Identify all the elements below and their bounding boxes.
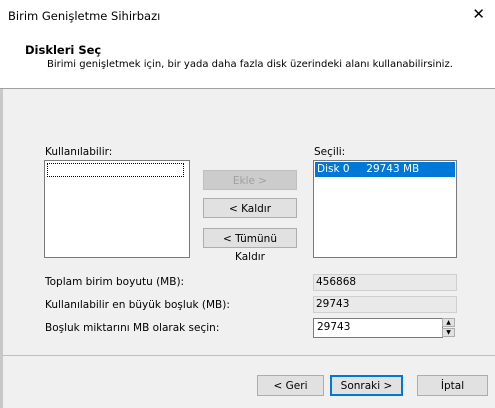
available-disks-list[interactable]: [44, 160, 190, 258]
remove-all-button[interactable]: < Tümünü Kaldır: [203, 228, 297, 263]
amount-input[interactable]: 29743: [313, 318, 443, 338]
spin-down-icon[interactable]: ▼: [442, 328, 455, 337]
wizard-header: Diskleri Seç Birimi genişletmek için, bi…: [0, 30, 495, 89]
selected-disk-item[interactable]: Disk 0 29743 MB: [315, 162, 455, 177]
back-button[interactable]: < Geri: [257, 375, 324, 396]
total-size-value: 456868: [313, 274, 457, 291]
add-button[interactable]: Ekle >: [203, 170, 297, 190]
spin-up-icon[interactable]: ▲: [442, 318, 455, 327]
page-title: Diskleri Seç: [25, 43, 102, 57]
next-button[interactable]: Sonraki >: [330, 375, 403, 396]
max-space-value: 29743: [313, 296, 457, 313]
selected-disks-list[interactable]: Disk 0 29743 MB: [313, 160, 457, 258]
focus-cursor: [47, 163, 184, 177]
cancel-button[interactable]: İptal: [417, 375, 488, 396]
title-bar: Birim Genişletme Sihirbazı ✕: [0, 0, 495, 30]
amount-label: Boşluk miktarını MB olarak seçin:: [45, 322, 220, 334]
total-size-label: Toplam birim boyutu (MB):: [45, 276, 185, 288]
page-subtitle: Birimi genişletmek için, bir yada daha f…: [47, 59, 453, 70]
amount-stepper[interactable]: ▲ ▼: [442, 318, 455, 337]
close-icon[interactable]: ✕: [472, 6, 485, 22]
left-border: [0, 89, 3, 408]
window-title: Birim Genişletme Sihirbazı: [8, 9, 161, 23]
footer-separator: [3, 355, 495, 356]
selected-label: Seçili:: [314, 146, 346, 158]
available-label: Kullanılabilir:: [45, 146, 113, 158]
max-space-label: Kullanılabilir en büyük boşluk (MB):: [45, 299, 230, 311]
remove-button[interactable]: < Kaldır: [203, 198, 297, 218]
